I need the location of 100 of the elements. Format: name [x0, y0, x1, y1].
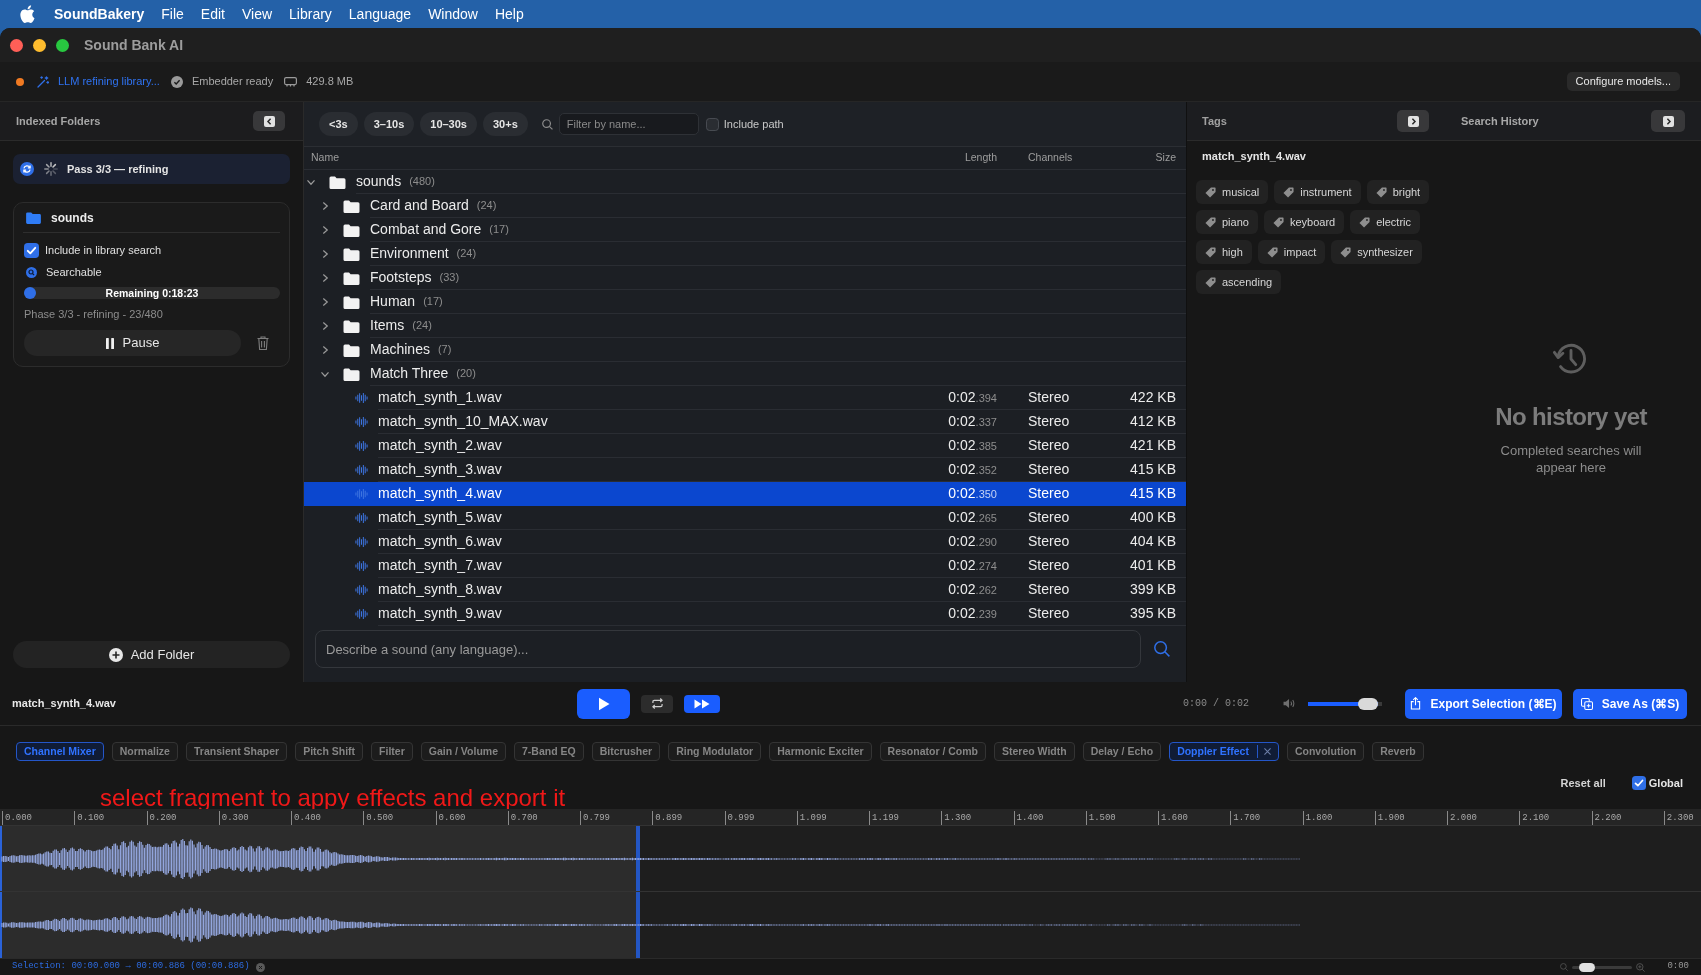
- close-icon[interactable]: [1263, 748, 1271, 755]
- chevron-down-icon[interactable]: [320, 370, 330, 378]
- folder-row[interactable]: Human (17): [304, 290, 1186, 314]
- pause-button[interactable]: Pause: [24, 330, 241, 356]
- file-row[interactable]: match_synth_7.wav 0:02.274 Stereo 401 KB: [304, 554, 1186, 578]
- effect-button[interactable]: Reverb: [1372, 742, 1424, 761]
- save-as-button[interactable]: Save As (⌘S): [1573, 688, 1687, 719]
- menu-item[interactable]: Window: [428, 3, 478, 25]
- chevron-right-icon[interactable]: [321, 225, 329, 235]
- column-header[interactable]: Channels: [1028, 150, 1073, 166]
- folder-row[interactable]: Environment (24): [304, 242, 1186, 266]
- fast-forward-button[interactable]: [684, 694, 720, 713]
- effect-button[interactable]: Gain / Volume: [420, 742, 506, 761]
- length-cell-text: 0:02.274: [948, 556, 997, 575]
- tag-chip[interactable]: bright: [1366, 180, 1430, 204]
- file-row[interactable]: match_synth_6.wav 0:02.290 Stereo 404 KB: [304, 530, 1186, 554]
- play-button[interactable]: [577, 688, 630, 719]
- effect-button[interactable]: Pitch Shift: [295, 742, 364, 761]
- checkbox[interactable]: [1631, 776, 1646, 790]
- menu-item[interactable]: Edit: [200, 3, 225, 25]
- effect-button[interactable]: Delay / Echo: [1082, 742, 1162, 761]
- duration-filter[interactable]: <3s: [319, 112, 358, 136]
- chevron-right-icon[interactable]: [321, 321, 329, 331]
- tag-chip[interactable]: instrument: [1274, 180, 1361, 204]
- export-button[interactable]: Export Selection (⌘E): [1405, 688, 1562, 719]
- effect-button[interactable]: 7-Band EQ: [514, 742, 584, 761]
- search-field[interactable]: Describe a sound (any language)...: [315, 630, 1141, 668]
- reset-link[interactable]: Reset all: [1560, 774, 1606, 792]
- speaker-icon[interactable]: [1283, 698, 1296, 709]
- tag-chip[interactable]: keyboard: [1263, 210, 1345, 234]
- size-cell-text: 400 KB: [1130, 508, 1176, 527]
- effect-button[interactable]: Transient Shaper: [185, 742, 288, 761]
- trash-icon[interactable]: [257, 336, 269, 350]
- column-header[interactable]: Name: [311, 150, 339, 166]
- effect-button[interactable]: Ring Modulator: [668, 742, 762, 761]
- chevron-right-icon[interactable]: [321, 297, 329, 307]
- folder-row[interactable]: sounds (480): [304, 170, 1186, 194]
- effect-button[interactable]: Filter: [371, 742, 413, 761]
- close-button[interactable]: [10, 38, 23, 52]
- chevron-right-icon[interactable]: [321, 273, 329, 283]
- checkbox[interactable]: [705, 117, 719, 131]
- effect-button[interactable]: Harmonic Exciter: [769, 742, 872, 761]
- collapse-button[interactable]: [253, 111, 285, 131]
- expand-button[interactable]: [1651, 110, 1685, 132]
- search-icon[interactable]: [1154, 641, 1170, 657]
- chevron-down-icon[interactable]: [306, 178, 316, 186]
- duration-filter[interactable]: 10–30s: [420, 112, 477, 136]
- folder-row[interactable]: Machines (7): [304, 338, 1186, 362]
- chevron-right-icon[interactable]: [321, 345, 329, 355]
- minimize-button[interactable]: [33, 38, 46, 52]
- file-row[interactable]: match_synth_2.wav 0:02.385 Stereo 421 KB: [304, 434, 1186, 458]
- effect-button[interactable]: Normalize: [111, 742, 178, 761]
- clear-icon[interactable]: [255, 962, 265, 972]
- slider-thumb[interactable]: [1579, 962, 1595, 972]
- menu-item[interactable]: View: [241, 3, 273, 25]
- menu-item[interactable]: Language: [348, 3, 412, 25]
- effect-button[interactable]: Bitcrusher: [591, 742, 661, 761]
- duration-filter[interactable]: 3–10s: [363, 112, 415, 136]
- app-menu[interactable]: SoundBakery: [54, 3, 145, 25]
- file-row[interactable]: match_synth_4.wav 0:02.350 Stereo 415 KB: [304, 482, 1186, 506]
- chevron-right-icon[interactable]: [321, 201, 329, 211]
- tag-chip[interactable]: synthesizer: [1331, 240, 1422, 264]
- tag-chip[interactable]: ascending: [1196, 270, 1282, 294]
- effect-button[interactable]: Channel Mixer: [16, 742, 104, 761]
- file-row[interactable]: match_synth_10_MAX.wav 0:02.337 Stereo 412 KB: [304, 410, 1186, 434]
- folder-row[interactable]: Card and Board (24): [304, 194, 1186, 218]
- effect-button[interactable]: Doppler Effect: [1169, 742, 1279, 761]
- tag-chip[interactable]: electric: [1350, 210, 1421, 234]
- chevron-right-icon[interactable]: [321, 249, 329, 259]
- checkbox[interactable]: [24, 242, 39, 258]
- effect-button[interactable]: Stereo Width: [994, 742, 1075, 761]
- effect-button[interactable]: Resonator / Comb: [879, 742, 986, 761]
- file-row[interactable]: match_synth_5.wav 0:02.265 Stereo 400 KB: [304, 506, 1186, 530]
- menu-item[interactable]: Help: [494, 3, 524, 25]
- expand-button[interactable]: [1397, 110, 1429, 132]
- loop-button[interactable]: [641, 694, 673, 713]
- effect-button[interactable]: Convolution: [1286, 742, 1365, 761]
- folder-row[interactable]: Items (24): [304, 314, 1186, 338]
- add-folder-button[interactable]: Add Folder: [13, 641, 290, 668]
- maximize-button[interactable]: [56, 38, 69, 52]
- folder-row[interactable]: Match Three (20): [304, 362, 1186, 386]
- tag-chip[interactable]: high: [1196, 240, 1252, 264]
- apple-icon[interactable]: [20, 5, 35, 23]
- folder-row[interactable]: Combat and Gore (17): [304, 218, 1186, 242]
- tag-chip[interactable]: piano: [1196, 210, 1258, 234]
- column-header[interactable]: Size: [1155, 150, 1176, 166]
- column-header[interactable]: Length: [964, 150, 997, 166]
- folder-row[interactable]: Footsteps (33): [304, 266, 1186, 290]
- tag-chip[interactable]: musical: [1196, 180, 1269, 204]
- file-row[interactable]: match_synth_9.wav 0:02.239 Stereo 395 KB: [304, 602, 1186, 626]
- file-row[interactable]: match_synth_8.wav 0:02.262 Stereo 399 KB: [304, 578, 1186, 602]
- slider-thumb[interactable]: [1358, 697, 1379, 710]
- menu-item[interactable]: File: [161, 3, 184, 25]
- filter-field[interactable]: Filter by name...: [558, 113, 699, 135]
- menu-item[interactable]: Library: [289, 3, 332, 25]
- tag-chip[interactable]: impact: [1257, 240, 1326, 264]
- file-row[interactable]: match_synth_1.wav 0:02.394 Stereo 422 KB: [304, 386, 1186, 410]
- zoom-slider[interactable]: [1572, 962, 1633, 972]
- configure-button[interactable]: Configure models...: [1566, 72, 1680, 91]
- duration-filter[interactable]: 30+s: [483, 112, 528, 136]
